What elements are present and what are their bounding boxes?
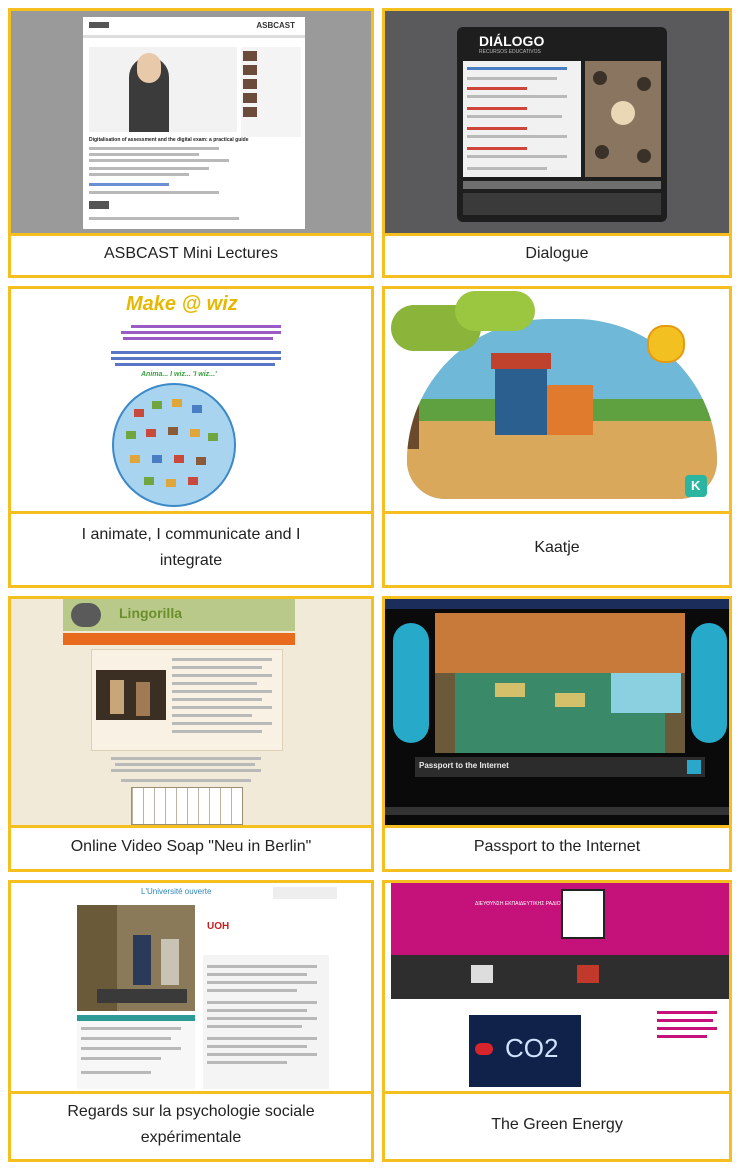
uoh-header: L'Université ouverte bbox=[141, 887, 212, 896]
thumbnail-neu-in-berlin[interactable]: Lingorilla bbox=[11, 599, 371, 828]
co2-text: CO2 bbox=[505, 1033, 559, 1063]
card-psychologie[interactable]: L'Université ouverte UOH Regards sur la … bbox=[8, 880, 374, 1162]
thumbnail-kaatje[interactable]: K bbox=[385, 289, 729, 514]
progress-bar bbox=[385, 807, 729, 815]
dialogue-image bbox=[585, 61, 661, 177]
kaatje-house bbox=[495, 365, 547, 435]
thumbnail-asbcast[interactable]: ASBCAST Digitalisation of assessment and… bbox=[11, 11, 371, 236]
co2-video: CO2 bbox=[469, 1015, 581, 1087]
thumbnail-dialogue[interactable]: DIÁLOGO RECURSOS EDUCATIVOS bbox=[385, 11, 729, 236]
dialogue-app: DIÁLOGO RECURSOS EDUCATIVOS bbox=[457, 27, 667, 222]
card-asbcast[interactable]: ASBCAST Digitalisation of assessment and… bbox=[8, 8, 374, 278]
thumbnail-green-energy[interactable]: ΔΙΕΥΘΥΝΣΗ ΕΚΠΑΙΔΕΥΤΙΚΗΣ ΡΑΔΙΟΤΗΛΕΟΡΑΣΗΣ … bbox=[385, 883, 729, 1094]
nav-bar bbox=[63, 633, 295, 645]
gorilla-mascot bbox=[71, 603, 101, 627]
video-frame bbox=[89, 47, 237, 132]
make-a-wiz-tagline: Anima... I wiz... 'I wiz...' bbox=[141, 371, 217, 378]
lingorilla-logo: Lingorilla bbox=[119, 605, 182, 621]
video-player bbox=[96, 670, 166, 720]
card-dialogue[interactable]: DIÁLOGO RECURSOS EDUCATIVOS Dialogue bbox=[382, 8, 732, 278]
kaatje-badge: K bbox=[685, 475, 707, 497]
games-wheel bbox=[112, 383, 236, 507]
passport-banner: Passport to the Internet bbox=[415, 757, 705, 777]
game-scene bbox=[435, 613, 685, 753]
card-make-a-wiz[interactable]: Make @ wiz Anima... I wiz... 'I wiz...' bbox=[8, 286, 374, 588]
ornament-left bbox=[393, 623, 429, 743]
sidebar-list bbox=[241, 47, 301, 137]
dark-nav bbox=[391, 955, 729, 999]
face-logo bbox=[561, 889, 605, 939]
kaatje-logo-icon: K bbox=[691, 478, 701, 493]
dialogo-logo: DIÁLOGO bbox=[479, 33, 545, 49]
timeline-bar bbox=[463, 181, 661, 189]
uoh-logo: UOH bbox=[207, 921, 230, 932]
lingorilla-header: Lingorilla bbox=[63, 599, 295, 631]
card-caption: ASBCAST Mini Lectures bbox=[104, 245, 278, 262]
card-caption: I animate, I communicate and I integrate bbox=[81, 526, 301, 569]
card-green-energy[interactable]: ΔΙΕΥΘΥΝΣΗ ΕΚΠΑΙΔΕΥΤΙΚΗΣ ΡΑΔΙΟΤΗΛΕΟΡΑΣΗΣ … bbox=[382, 880, 732, 1162]
card-caption: Kaatje bbox=[534, 539, 580, 556]
make-a-wiz-logo: Make @ wiz bbox=[126, 293, 238, 315]
thumbnail-psychologie[interactable]: L'Université ouverte UOH bbox=[11, 883, 371, 1094]
thumbnail-passport-internet[interactable]: Passport to the Internet bbox=[385, 599, 729, 828]
card-caption: Dialogue bbox=[525, 245, 589, 262]
chapter-list bbox=[77, 1015, 195, 1089]
tree-canopy-center bbox=[455, 291, 535, 331]
asbcast-logo: ASBCAST bbox=[256, 21, 295, 30]
card-passport-internet[interactable]: Passport to the Internet Passport to the… bbox=[382, 596, 732, 872]
card-caption: Passport to the Internet bbox=[473, 838, 641, 855]
card-caption: Regards sur la psychologie sociale expér… bbox=[67, 1103, 315, 1146]
card-kaatje[interactable]: K Kaatje bbox=[382, 286, 732, 588]
red-car-icon bbox=[475, 1043, 493, 1055]
site-header: ΔΙΕΥΘΥΝΣΗ ΕΚΠΑΙΔΕΥΤΙΚΗΣ ΡΑΔΙΟΤΗΛΕΟΡΑΣΗΣ bbox=[391, 883, 729, 955]
card-neu-in-berlin[interactable]: Lingorilla Online Video Soap "Neu in Ber… bbox=[8, 596, 374, 872]
webpage-preview: ASBCAST Digitalisation of assessment and… bbox=[83, 17, 305, 229]
passport-title: Passport to the Internet bbox=[419, 761, 509, 770]
help-icon bbox=[687, 760, 701, 774]
sun-icon bbox=[647, 325, 685, 363]
video-still bbox=[77, 905, 195, 1011]
lecture-title: Digitalisation of assessment and the dig… bbox=[89, 137, 249, 143]
thumbnail-make-a-wiz[interactable]: Make @ wiz Anima... I wiz... 'I wiz...' bbox=[11, 289, 371, 514]
card-caption: Online Video Soap "Neu in Berlin" bbox=[70, 838, 312, 855]
card-caption: The Green Energy bbox=[491, 1116, 623, 1133]
dialogo-subtitle: RECURSOS EDUCATIVOS bbox=[479, 49, 541, 55]
crossword-grid bbox=[131, 787, 243, 825]
ornament-right bbox=[691, 623, 727, 743]
